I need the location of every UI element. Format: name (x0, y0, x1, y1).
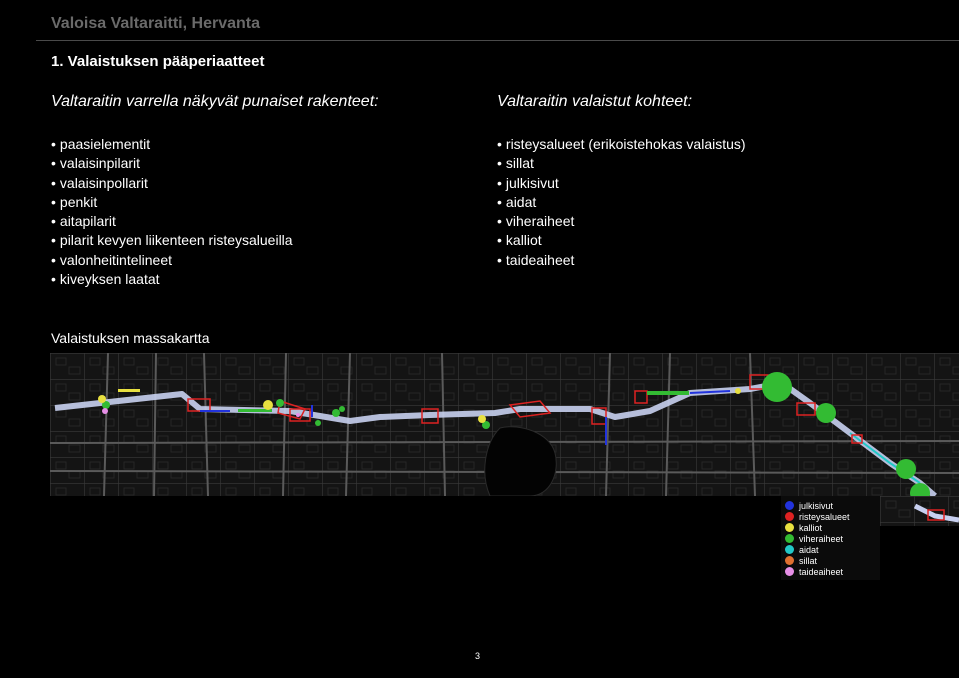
legend-item: taideaiheet (785, 566, 843, 577)
legend-label: risteysalueet (799, 511, 850, 522)
page-number: 3 (475, 651, 481, 661)
legend-label: viheraiheet (799, 533, 844, 544)
list-item: risteysalueet (erikoistehokas valaistus) (497, 135, 746, 154)
legend-label: aidat (799, 544, 819, 555)
list-item: kiveyksen laatat (51, 270, 293, 289)
red-structures-list: paasielementit valaisinpilarit valaisinp… (51, 135, 293, 289)
list-item: valaisinpilarit (51, 154, 293, 173)
left-column-heading: Valtaraitin varrella näkyvät punaiset ra… (51, 93, 379, 110)
legend-label: kalliot (799, 522, 823, 533)
map-image (50, 353, 959, 496)
legend-dot-icon (785, 556, 794, 565)
legend-label: taideaiheet (799, 566, 844, 577)
list-item: julkisivut (497, 174, 746, 193)
section-title: 1. Valaistuksen pääperiaatteet (51, 53, 265, 70)
legend-item: kalliot (785, 522, 822, 533)
list-item: aidat (497, 193, 746, 212)
map-legend: julkisivut risteysalueet kalliot viherai… (781, 496, 880, 580)
list-item: penkit (51, 193, 293, 212)
legend-dot-icon (785, 523, 794, 532)
legend-dot-icon (785, 501, 794, 510)
legend-item: viheraiheet (785, 533, 843, 544)
presentation-title: Valoisa Valtaraitti, Hervanta (51, 15, 260, 32)
list-item: viheraiheet (497, 212, 746, 231)
list-item: valonheitintelineet (51, 251, 293, 270)
right-column-heading: Valtaraitin valaistut kohteet: (497, 93, 693, 110)
legend-item: risteysalueet (785, 511, 850, 522)
map-image-corner (880, 496, 959, 526)
legend-item: aidat (785, 544, 819, 555)
list-item: aitapilarit (51, 212, 293, 231)
list-item: kalliot (497, 231, 746, 250)
map-corner-image (880, 496, 959, 526)
lit-targets-list: risteysalueet (erikoistehokas valaistus)… (497, 135, 746, 270)
list-item: sillat (497, 154, 746, 173)
list-item: taideaiheet (497, 251, 746, 270)
list-item: pilarit kevyen liikenteen risteysalueill… (51, 231, 293, 250)
list-item: valaisinpollarit (51, 174, 293, 193)
legend-dot-icon (785, 534, 794, 543)
legend-item: julkisivut (785, 500, 833, 511)
legend-item: sillat (785, 555, 817, 566)
legend-dot-icon (785, 567, 794, 576)
map-caption: Valaistuksen massakartta (51, 330, 210, 346)
header-divider (36, 40, 959, 41)
lighting-mass-map (50, 353, 959, 496)
list-item: paasielementit (51, 135, 293, 154)
legend-dot-icon (785, 545, 794, 554)
legend-dot-icon (785, 512, 794, 521)
legend-label: julkisivut (799, 500, 834, 511)
legend-label: sillat (799, 555, 818, 566)
